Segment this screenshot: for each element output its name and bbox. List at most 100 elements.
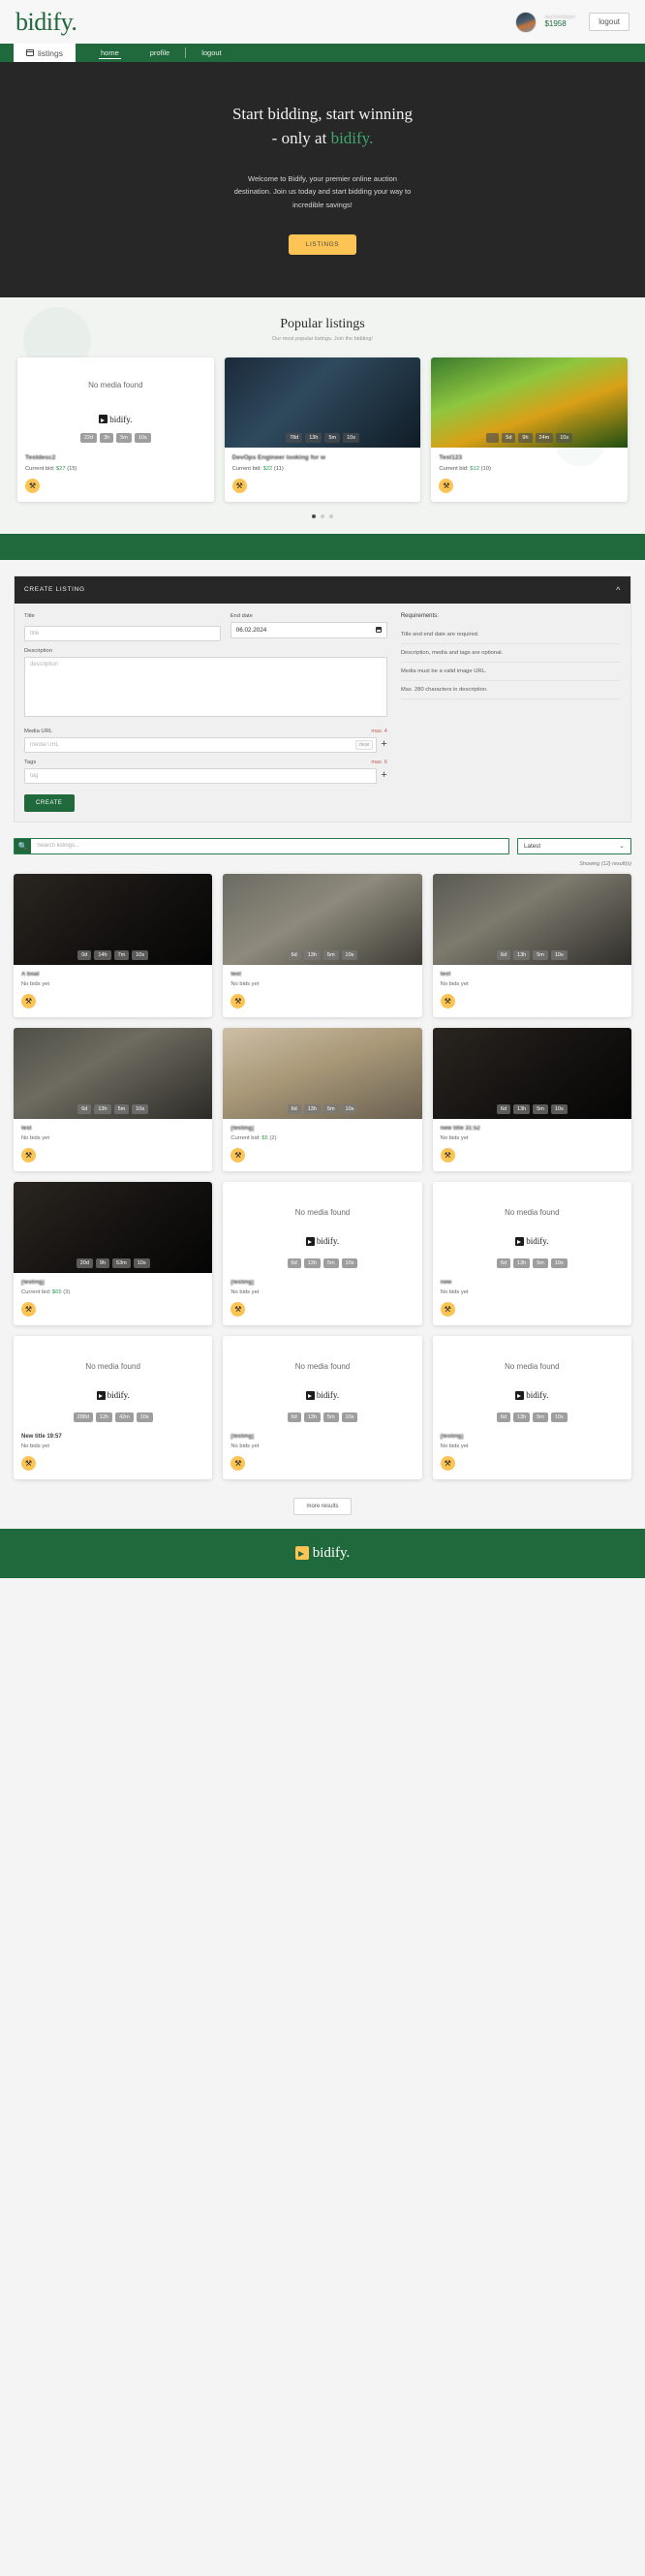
- form-left-column: Title End date 06.02.2024 Description: [24, 613, 387, 812]
- timer-hours: 12h: [95, 1412, 113, 1422]
- carousel-dot-3[interactable]: [329, 513, 333, 518]
- countdown-timer: 0d 14h 7m 10s: [14, 949, 212, 960]
- card-title: Test123: [439, 453, 463, 461]
- listing-bid-label: Current bid:: [230, 1134, 262, 1141]
- tags-label: Tags: [24, 759, 37, 765]
- card-bid-count: (15): [67, 465, 77, 472]
- bid-gavel-button[interactable]: ⚒: [440, 1455, 455, 1471]
- timer-days: 6d: [287, 949, 301, 960]
- avatar[interactable]: [515, 11, 538, 33]
- bid-gavel-button[interactable]: ⚒: [230, 1301, 246, 1317]
- listing-card[interactable]: 6d 13h 5m 10s new title 31:52 No bids ye…: [432, 1027, 631, 1171]
- listing-card[interactable]: 6d 13h 5m 10s test No bids yet ⚒: [432, 873, 631, 1017]
- listing-card[interactable]: 6d 13h 5m 10s test No bids yet ⚒: [14, 1027, 213, 1171]
- media-url-input[interactable]: [24, 736, 378, 753]
- listing-bid-amount: $5: [261, 1134, 268, 1141]
- carousel-dot-2[interactable]: [321, 513, 324, 518]
- listing-card[interactable]: 0d 14h 7m 10s A boat No bids yet ⚒: [14, 873, 213, 1017]
- carousel-dot-1[interactable]: [312, 513, 316, 518]
- popular-card[interactable]: 5d 9h 24m 10s Test123 Current bid: $12 (…: [431, 357, 629, 502]
- listing-bid: Current bid: $65 (3): [21, 1289, 204, 1295]
- listing-card[interactable]: No media found bidify. 288d 12h 42m 10s …: [14, 1335, 213, 1479]
- no-media-label: No media found: [294, 1208, 351, 1218]
- bid-gavel-button[interactable]: ⚒: [230, 993, 246, 1009]
- timer-seconds: 10s: [341, 949, 358, 960]
- nav-link-home[interactable]: home: [85, 44, 135, 62]
- timer-days: 20d: [76, 1257, 93, 1268]
- listing-title: new title 31:52: [440, 1125, 480, 1132]
- timer-seconds: 10s: [132, 1103, 149, 1114]
- listing-card[interactable]: No media found bidify. 6d 13h 5m 10s [te…: [432, 1335, 631, 1479]
- listing-body: test No bids yet ⚒: [14, 1119, 212, 1171]
- nav-link-logout[interactable]: logout: [186, 44, 236, 62]
- tag-add-button[interactable]: +: [381, 770, 386, 781]
- search-icon[interactable]: 🔍: [15, 838, 31, 853]
- timer-days: 6d: [287, 1412, 301, 1422]
- timer-minutes: 5m: [116, 432, 132, 443]
- media-field-group: Media URL max. 4 clear +: [24, 729, 387, 753]
- footer-brand: bidify.: [312, 1544, 351, 1561]
- listing-card[interactable]: No media found bidify. 6d 13h 5m 10s [te…: [223, 1335, 422, 1479]
- listing-title: [testing]: [440, 1433, 464, 1440]
- card-title: Testdesc2: [25, 453, 56, 461]
- timer-minutes: 5m: [533, 949, 548, 960]
- countdown-timer: 78d 13h 5m 10s: [225, 432, 421, 443]
- bid-gavel-button[interactable]: ⚒: [21, 993, 36, 1009]
- bid-gavel-button[interactable]: ⚒: [440, 1301, 455, 1317]
- create-button[interactable]: CREATE: [24, 793, 75, 812]
- site-logo[interactable]: bidify.: [15, 8, 77, 37]
- bid-gavel-button[interactable]: ⚒: [21, 1455, 36, 1471]
- chevron-down-icon[interactable]: ⌄: [619, 842, 625, 850]
- media-clear-button[interactable]: clear: [354, 739, 374, 750]
- requirement-item: Description, media and tags are optional…: [400, 644, 621, 663]
- listing-card[interactable]: No media found bidify. 6d 13h 5m 10s new…: [432, 1181, 631, 1325]
- end-date-value: 06.02.2024: [235, 626, 267, 634]
- title-input[interactable]: [24, 625, 221, 641]
- listing-body: test No bids yet ⚒: [223, 965, 421, 1017]
- bid-gavel-button[interactable]: ⚒: [230, 1147, 246, 1163]
- more-results-button[interactable]: more results: [293, 1497, 352, 1515]
- listing-media: No media found bidify. 6d 13h 5m 10s: [432, 1335, 631, 1427]
- bid-gavel-button[interactable]: ⚒: [439, 478, 454, 493]
- timer-minutes: 5m: [324, 432, 341, 443]
- calendar-icon[interactable]: [375, 627, 382, 634]
- bid-gavel-button[interactable]: ⚒: [231, 478, 247, 493]
- end-date-input[interactable]: 06.02.2024: [230, 621, 387, 638]
- create-listing-header[interactable]: CREATE LISTING ^: [15, 575, 630, 604]
- timer-days: 6d: [496, 1412, 511, 1422]
- bid-gavel-button[interactable]: ⚒: [21, 1301, 36, 1317]
- media-add-button[interactable]: +: [381, 739, 386, 750]
- logout-button[interactable]: logout: [589, 13, 630, 31]
- bid-gavel-button[interactable]: ⚒: [440, 1147, 455, 1163]
- popular-card[interactable]: No media found bidify. 22d 3h 5m 10s Tes…: [17, 357, 214, 502]
- hero-listings-button[interactable]: LISTINGS: [288, 233, 357, 255]
- bidify-mark-icon: [305, 1236, 315, 1246]
- popular-card[interactable]: 78d 13h 5m 10s DevOps Engineer looking f…: [224, 357, 421, 502]
- card-bid-amount: $27: [55, 465, 66, 472]
- listing-bid: No bids yet: [230, 980, 260, 987]
- timer-seconds: 10s: [343, 432, 359, 443]
- listing-card[interactable]: 20d 9h 53m 10s [testing] Current bid: $6…: [14, 1181, 213, 1325]
- bid-gavel-button[interactable]: ⚒: [21, 1147, 36, 1163]
- search-box[interactable]: 🔍: [14, 837, 509, 854]
- nav-tab-listings[interactable]: listings: [14, 44, 76, 62]
- bid-gavel-button[interactable]: ⚒: [25, 478, 40, 493]
- search-input[interactable]: [31, 843, 508, 850]
- tag-input[interactable]: [24, 767, 378, 784]
- listing-bid: No bids yet: [440, 1134, 469, 1141]
- bid-gavel-button[interactable]: ⚒: [230, 1455, 246, 1471]
- timer-hours: 3h: [100, 432, 114, 443]
- sort-select-value: Latest: [524, 842, 541, 850]
- listing-bid: No bids yet: [440, 980, 469, 987]
- bid-gavel-button[interactable]: ⚒: [440, 993, 455, 1009]
- timer-hours: 13h: [303, 1412, 321, 1422]
- chevron-up-icon[interactable]: ^: [616, 585, 621, 595]
- listing-card[interactable]: 6d 13h 5m 10s test No bids yet ⚒: [223, 873, 422, 1017]
- card-media: 78d 13h 5m 10s: [224, 357, 421, 448]
- timer-hours: 13h: [513, 949, 531, 960]
- sort-select[interactable]: Latest ⌄: [517, 837, 631, 854]
- listing-card[interactable]: No media found bidify. 6d 13h 5m 10s [te…: [223, 1181, 422, 1325]
- description-input[interactable]: [24, 656, 387, 717]
- listing-card[interactable]: 6d 13h 5m 10s [testing] Current bid: $5 …: [223, 1027, 422, 1171]
- nav-link-profile[interactable]: profile: [135, 44, 185, 62]
